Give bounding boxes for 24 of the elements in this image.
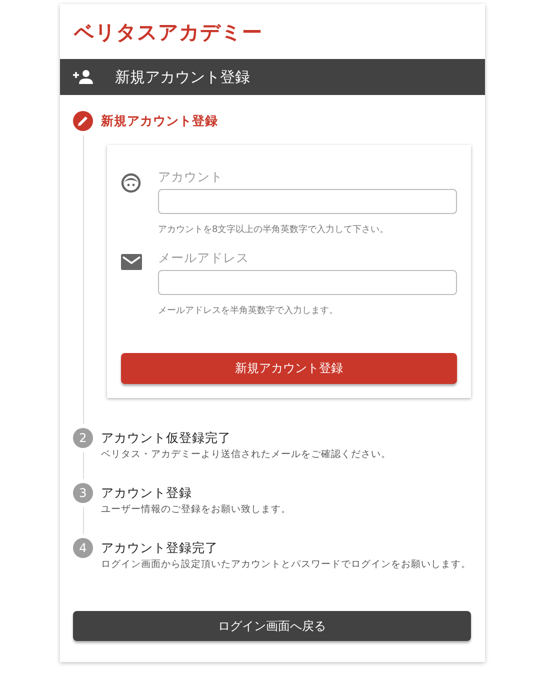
mail-icon [121, 254, 142, 270]
input-field[interactable] [158, 189, 457, 214]
field-label: メールアドレス [158, 250, 249, 267]
face-icon [121, 173, 141, 193]
field-hint: メールアドレスを半角英数字で入力します。 [158, 304, 338, 317]
header-title: 新規アカウント登録 [115, 68, 250, 86]
step-description: ベリタス・アカデミーより送信されたメールをご確認ください。 [101, 448, 391, 461]
add-person-icon [73, 70, 93, 84]
back-to-login-button[interactable]: ログイン画面へ戻る [73, 611, 471, 641]
field-label: アカウント [158, 169, 223, 186]
step-description: ユーザー情報のご登録をお願い致します。 [101, 503, 291, 516]
field-hint: アカウントを8文字以上の半角英数字で入力して下さい。 [158, 224, 389, 236]
register-button[interactable]: 新規アカウント登録 [121, 353, 457, 384]
step-number: 2 [73, 428, 93, 448]
logo: ベリタスアカデミー [72, 19, 263, 41]
step-number: 4 [73, 538, 93, 558]
input-field[interactable] [158, 270, 457, 295]
step-title: 新規アカウント登録 [101, 112, 218, 130]
step-description: ログイン画面から設定頂いたアカウントとパスワードでログインをお願いします。 [101, 558, 471, 571]
pencil-icon [78, 116, 88, 126]
step-title: アカウント仮登録完了 [101, 429, 231, 447]
step-title: アカウント登録 [101, 484, 192, 502]
step-number: 3 [73, 483, 93, 503]
step-title: アカウント登録完了 [101, 539, 218, 557]
